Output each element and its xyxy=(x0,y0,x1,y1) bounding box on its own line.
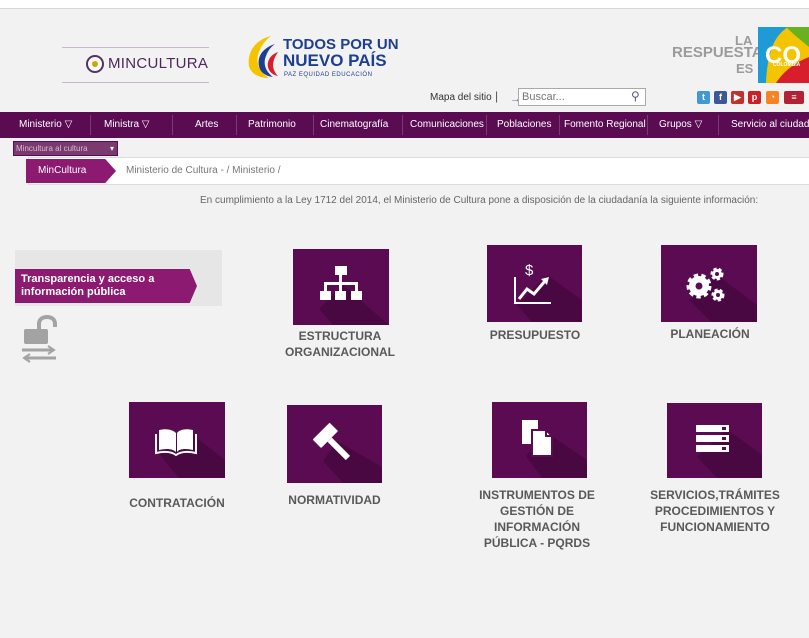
svg-text:$: $ xyxy=(525,262,534,279)
colombia-brand-logo: CO xyxy=(758,27,809,83)
nav-servicio-ciudadano[interactable]: Servicio al ciudadano xyxy=(731,112,809,138)
server-icon xyxy=(696,425,762,478)
nav-divider xyxy=(172,115,173,135)
nav-patrimonio[interactable]: Patrimonio xyxy=(248,112,296,138)
nav-poblaciones[interactable]: Poblaciones xyxy=(497,112,551,138)
tile-label-estructura[interactable]: ESTRUCTURA ORGANIZACIONAL xyxy=(280,328,400,360)
co-slogan-line2: RESPUESTA xyxy=(672,44,763,61)
tile-presupuesto[interactable]: $ xyxy=(487,245,582,322)
nav-divider xyxy=(718,115,719,135)
budget-chart-icon: $ xyxy=(514,262,582,322)
nav-divider xyxy=(313,115,314,135)
nav-divider xyxy=(559,115,560,135)
nav-divider xyxy=(402,115,403,135)
coat-of-arms-icon xyxy=(86,55,104,73)
rss-icon[interactable]: ◔ xyxy=(766,91,779,104)
facebook-icon[interactable]: f xyxy=(714,91,727,104)
gavel-icon xyxy=(313,423,382,483)
utility-separator: | xyxy=(495,89,499,103)
twitter-icon[interactable]: t xyxy=(697,91,710,104)
gov-logo-line2: NUEVO PAÍS xyxy=(283,51,387,70)
nav-divider xyxy=(486,115,487,135)
tile-label-planeacion[interactable]: PLANEACIÓN xyxy=(650,326,770,342)
mincultura-logo-text: MINCULTURA xyxy=(108,55,209,72)
intro-text: En cumplimiento a la Ley 1712 del 2014, … xyxy=(200,195,759,206)
co-slogan-line3: ES xyxy=(736,61,754,76)
breadcrumb-path[interactable]: Ministerio de Cultura - / Ministerio / xyxy=(126,165,281,176)
org-chart-icon xyxy=(319,266,389,325)
site-select-value: Mincultura al cultura xyxy=(16,144,88,153)
co-logo-word: COLOMBIA xyxy=(773,62,801,68)
tile-label-contratacion[interactable]: CONTRATACIÓN xyxy=(117,495,237,511)
nav-divider xyxy=(647,115,648,135)
pinterest-icon[interactable]: p xyxy=(748,91,761,104)
transparency-tab[interactable]: Transparencia y acceso a información púb… xyxy=(15,269,197,303)
tile-planeacion[interactable] xyxy=(661,245,757,322)
nav-ministerio[interactable]: Ministerio ▽ xyxy=(19,112,72,138)
us-flag-icon[interactable]: ≡ xyxy=(784,91,804,104)
tile-instrumentos[interactable] xyxy=(492,402,587,478)
nav-comunicaciones[interactable]: Comunicaciones xyxy=(410,112,484,138)
tile-contratacion[interactable] xyxy=(129,402,225,478)
nav-ministra[interactable]: Ministra ▽ xyxy=(104,112,149,138)
gov-logo-line1: TODOS POR UN xyxy=(283,36,399,53)
nav-divider xyxy=(236,115,237,135)
youtube-icon[interactable]: ▶ xyxy=(731,91,744,104)
top-border xyxy=(0,0,809,9)
tile-label-presupuesto[interactable]: PRESUPUESTO xyxy=(470,327,600,343)
site-map-link[interactable]: Mapa del sitio xyxy=(430,92,492,103)
nav-divider xyxy=(90,115,91,135)
tile-estructura-organizacional[interactable] xyxy=(293,249,389,325)
main-nav: Ministerio ▽ Ministra ▽ Artes Patrimonio… xyxy=(0,112,809,138)
nav-grupos[interactable]: Grupos ▽ xyxy=(659,112,702,138)
tile-label-instrumentos[interactable]: INSTRUMENTOS DE GESTIÓN DE INFORMACIÓN P… xyxy=(467,487,607,551)
breadcrumb-home[interactable]: MinCultura xyxy=(26,159,116,183)
tile-servicios-tramites[interactable] xyxy=(667,403,762,478)
nav-artes[interactable]: Artes xyxy=(195,112,218,138)
tile-label-normatividad[interactable]: NORMATIVIDAD xyxy=(272,492,397,508)
tile-normatividad[interactable] xyxy=(287,405,382,483)
chevron-down-icon: ▾ xyxy=(109,144,114,153)
gov-logo-tagline: PAZ EQUIDAD EDUCACIÓN xyxy=(284,72,373,78)
gears-icon xyxy=(686,267,757,322)
documents-icon xyxy=(522,420,587,478)
open-lock-icon xyxy=(22,315,57,363)
tile-label-servicios[interactable]: SERVICIOS,TRÁMITES PROCEDIMIENTOS Y FUNC… xyxy=(640,487,790,535)
gov-flag-icon xyxy=(248,36,278,78)
nav-fomento-regional[interactable]: Fomento Regional xyxy=(564,112,646,138)
open-book-icon xyxy=(155,429,225,478)
site-select-dropdown[interactable]: Mincultura al cultura ▾ xyxy=(13,141,118,156)
nav-cinematografia[interactable]: Cinematografía xyxy=(320,112,388,138)
search-input[interactable] xyxy=(518,88,646,106)
search-icon[interactable]: ⚲ xyxy=(631,89,640,103)
